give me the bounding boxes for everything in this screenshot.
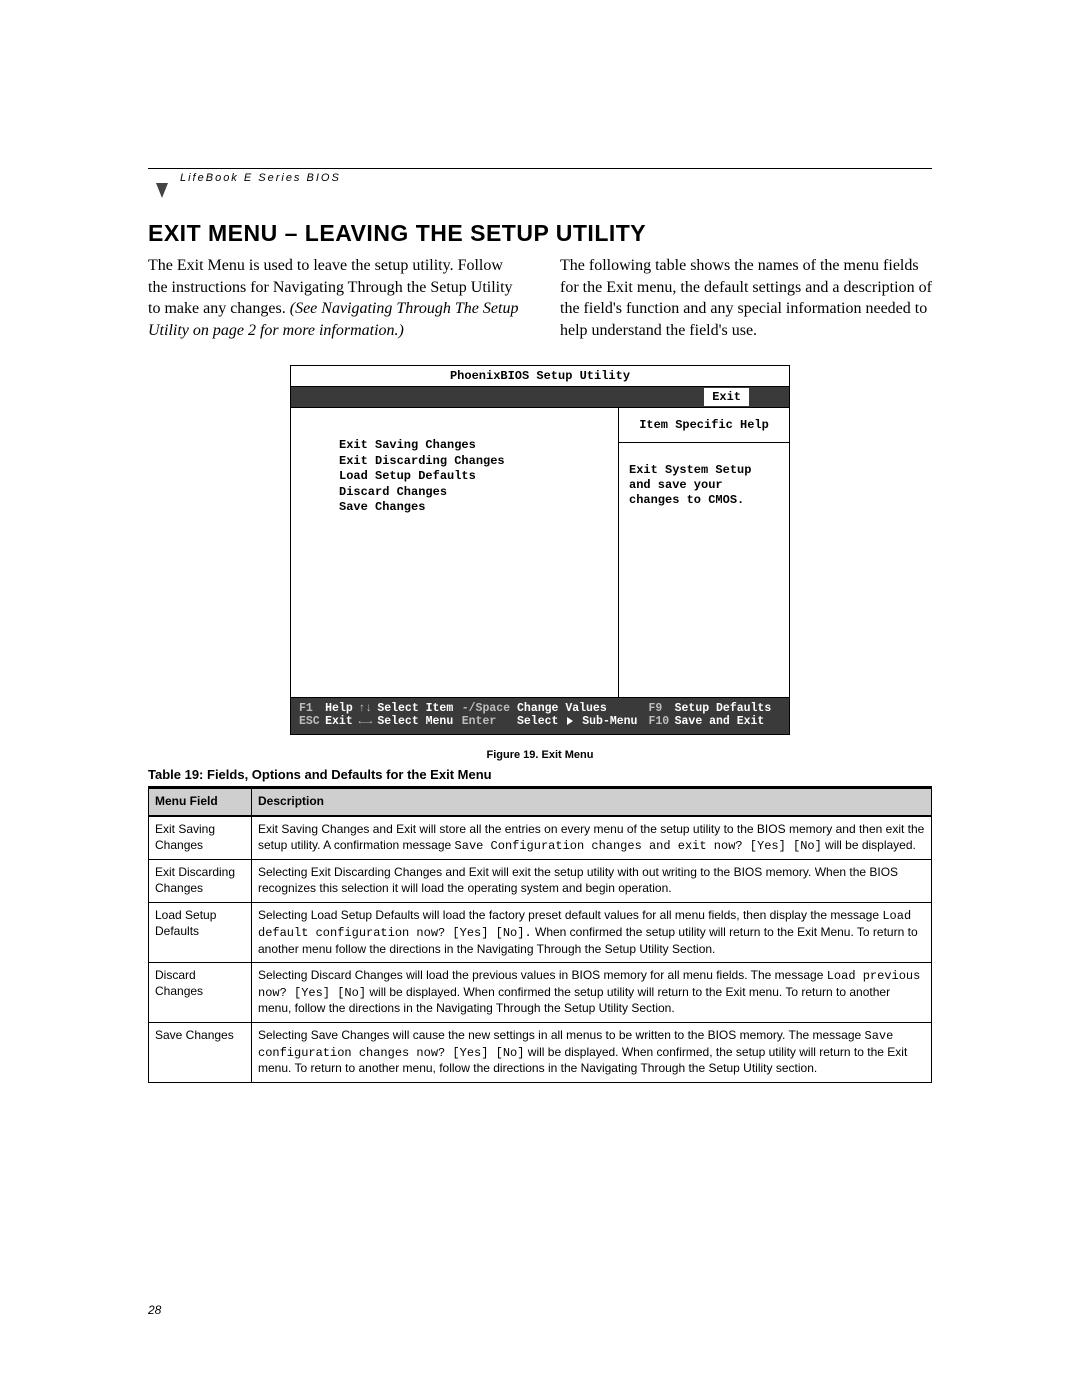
cell-menu-field: Exit Discarding Changes — [149, 860, 252, 903]
header-triangle-icon — [156, 183, 168, 198]
bios-key-label: Save and Exit — [675, 715, 781, 728]
bios-menu-item: Exit Saving Changes — [339, 438, 608, 452]
desc-text: Selecting Save Changes will cause the ne… — [258, 1028, 865, 1042]
cell-description: Exit Saving Changes and Exit will store … — [252, 816, 932, 860]
bios-key: -/Space — [462, 702, 510, 715]
cell-description: Selecting Exit Discarding Changes and Ex… — [252, 860, 932, 903]
bios-body: Exit Saving Changes Exit Discarding Chan… — [290, 407, 790, 697]
bios-menu-item: Discard Changes — [339, 485, 608, 499]
desc-text: will be displayed. — [822, 838, 916, 852]
cell-description: Selecting Discard Changes will load the … — [252, 963, 932, 1023]
bios-window-title: PhoenixBIOS Setup Utility — [290, 365, 790, 386]
bios-key-label: Exit — [325, 715, 358, 728]
bios-key-label: Select — [517, 715, 558, 728]
table-row: Discard Changes Selecting Discard Change… — [149, 963, 932, 1023]
table-row: Load Setup Defaults Selecting Load Setup… — [149, 903, 932, 963]
definitions-table: Menu Field Description Exit Saving Chang… — [148, 786, 932, 1082]
header-rule — [148, 168, 932, 169]
bios-key: F10 — [649, 715, 670, 728]
bios-menu-item: Load Setup Defaults — [339, 469, 608, 483]
bios-key-label: Change Values — [517, 702, 648, 715]
bios-key: ↑↓ — [359, 702, 373, 715]
bios-key-label: Select Item — [377, 702, 461, 715]
section-title: EXIT MENU – LEAVING THE SETUP UTILITY — [148, 220, 932, 247]
bios-help-panel: Item Specific Help Exit System Setup and… — [619, 408, 789, 697]
bios-key: F1 — [299, 702, 313, 715]
table-row: Exit Saving Changes Exit Saving Changes … — [149, 816, 932, 860]
figure-caption: Figure 19. Exit Menu — [148, 749, 932, 761]
bios-key: ESC — [299, 715, 320, 728]
bios-key: ←→ — [359, 715, 373, 728]
bios-key-label: Sub-Menu — [582, 715, 637, 728]
bios-key: F9 — [649, 702, 663, 715]
intro-columns: The Exit Menu is used to leave the setup… — [148, 255, 932, 341]
table-title: Table 19: Fields, Options and Defaults f… — [148, 767, 932, 782]
cell-menu-field: Discard Changes — [149, 963, 252, 1023]
table-header-field: Menu Field — [149, 788, 252, 816]
desc-text: Selecting Exit Discarding Changes and Ex… — [258, 865, 898, 895]
cell-menu-field: Load Setup Defaults — [149, 903, 252, 963]
table-header-desc: Description — [252, 788, 932, 816]
bios-help-body: Exit System Setup and save your changes … — [619, 443, 789, 528]
bios-screenshot: PhoenixBIOS Setup Utility Exit Exit Savi… — [290, 365, 790, 735]
page-number: 28 — [148, 1303, 161, 1317]
bios-tab-bar: Exit — [290, 386, 790, 407]
document-page: LifeBook E Series BIOS EXIT MENU – LEAVI… — [0, 0, 1080, 1397]
bios-key-label: Select Menu — [377, 715, 461, 728]
triangle-right-icon — [567, 717, 573, 725]
desc-text: Selecting Load Setup Defaults will load … — [258, 908, 882, 922]
bios-menu-item: Save Changes — [339, 500, 608, 514]
bios-footer: F1 Help ↑↓ Select Item -/Space Change Va… — [290, 697, 790, 735]
bios-menu-item: Exit Discarding Changes — [339, 454, 608, 468]
bios-tab-exit: Exit — [704, 388, 749, 406]
cell-description: Selecting Save Changes will cause the ne… — [252, 1022, 932, 1082]
bios-key-label: Help — [325, 702, 358, 715]
cell-menu-field: Exit Saving Changes — [149, 816, 252, 860]
running-header: LifeBook E Series BIOS — [180, 172, 341, 184]
content-area: EXIT MENU – LEAVING THE SETUP UTILITY Th… — [148, 220, 932, 1083]
bios-help-title: Item Specific Help — [619, 408, 789, 443]
bios-key-label: Setup Defaults — [675, 702, 781, 715]
cell-description: Selecting Load Setup Defaults will load … — [252, 903, 932, 963]
intro-left-column: The Exit Menu is used to leave the setup… — [148, 255, 520, 341]
inline-code: Save Configuration changes and exit now?… — [455, 839, 822, 853]
table-row: Save Changes Selecting Save Changes will… — [149, 1022, 932, 1082]
intro-right-column: The following table shows the names of t… — [560, 255, 932, 341]
cell-menu-field: Save Changes — [149, 1022, 252, 1082]
table-row: Exit Discarding Changes Selecting Exit D… — [149, 860, 932, 903]
bios-menu-list: Exit Saving Changes Exit Discarding Chan… — [291, 408, 619, 697]
desc-text: Selecting Discard Changes will load the … — [258, 968, 827, 982]
bios-key: Enter — [462, 715, 497, 728]
